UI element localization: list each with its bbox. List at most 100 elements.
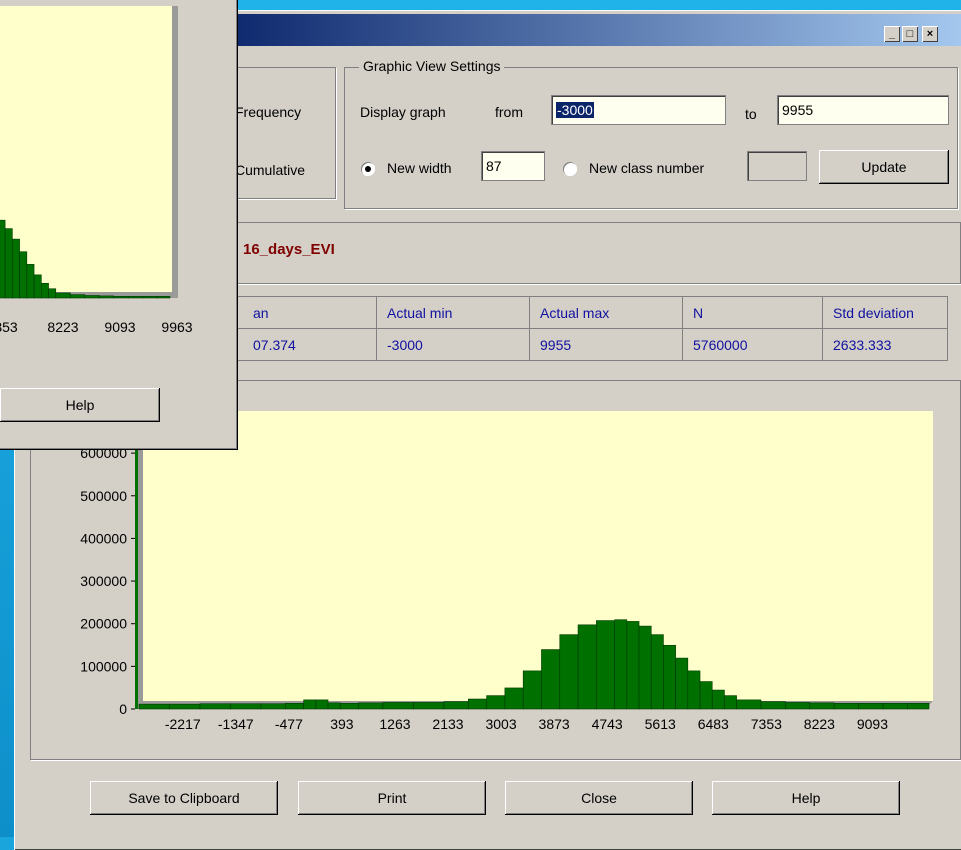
x-tick-label: 6483 — [698, 716, 729, 732]
bar — [809, 702, 835, 710]
bar — [339, 702, 359, 710]
minimize-button[interactable]: _ — [884, 26, 900, 42]
from-input[interactable]: -3000 — [551, 95, 726, 125]
bar — [907, 702, 930, 710]
bar — [638, 625, 652, 710]
bar — [327, 702, 341, 710]
x-tick-label: 4743 — [592, 716, 623, 732]
cumulative-option[interactable]: Cumulative — [235, 162, 305, 178]
small-bar — [26, 264, 35, 299]
bar — [858, 702, 884, 710]
bar — [303, 699, 317, 710]
bar — [833, 702, 859, 710]
small-bar — [55, 292, 71, 299]
small-bar — [33, 274, 42, 299]
small-bar — [48, 288, 57, 299]
dataset-name: 16_days_EVI — [243, 241, 335, 258]
new-width-input[interactable]: 87 — [481, 151, 545, 181]
bar — [736, 699, 762, 710]
small-x-tick-label: 8223 — [47, 319, 78, 335]
bar — [443, 701, 469, 710]
small-bar — [12, 238, 20, 299]
new-class-number-radio[interactable] — [563, 162, 577, 176]
close-window-button[interactable]: × — [922, 26, 938, 42]
x-tick-label: 3003 — [485, 716, 516, 732]
x-tick-label: 9093 — [857, 716, 888, 732]
small-x-tick-label: 9963 — [161, 319, 192, 335]
save-to-clipboard-button[interactable]: Save to Clipboard — [90, 781, 278, 815]
new-width-label: New width — [387, 160, 452, 176]
small-x-tick-label: 9093 — [104, 319, 135, 335]
small-help-button[interactable]: Help — [0, 388, 160, 422]
frequency-option[interactable]: Frequency — [235, 104, 301, 120]
bar — [522, 670, 542, 710]
bar — [596, 620, 615, 710]
stats-header-min: Actual min — [376, 296, 530, 329]
x-tick-label: 393 — [330, 716, 354, 732]
update-button[interactable]: Update — [819, 150, 949, 184]
plot-background — [143, 411, 933, 701]
y-tick-label: 400000 — [80, 530, 127, 546]
bar — [260, 703, 286, 710]
small-bar — [4, 228, 13, 299]
bar — [559, 634, 579, 710]
help-button[interactable]: Help — [712, 781, 900, 815]
small-bar — [69, 294, 86, 299]
y-tick-label: 0 — [119, 701, 127, 717]
x-tick-label: 8223 — [804, 716, 835, 732]
bar — [699, 681, 713, 710]
new-class-number-input[interactable] — [747, 151, 807, 181]
bar — [760, 701, 786, 710]
bar — [413, 702, 445, 710]
x-tick-label: 3873 — [539, 716, 570, 732]
to-label: to — [745, 106, 757, 122]
bar — [486, 695, 506, 710]
bar — [675, 657, 689, 710]
small-plot-background — [0, 6, 172, 292]
small-bar — [127, 296, 143, 299]
bar — [315, 699, 329, 710]
new-width-radio[interactable] — [361, 162, 375, 176]
stats-value-n: 5760000 — [682, 328, 823, 361]
small-histogram-chart: 353 8223 9093 9963 — [0, 6, 193, 335]
bar — [724, 695, 737, 710]
bar — [358, 702, 384, 710]
bar — [504, 687, 524, 710]
y-tick-label: 300000 — [80, 573, 127, 589]
maximize-button[interactable]: □ — [902, 26, 918, 42]
bar — [577, 624, 597, 710]
graphic-view-settings-group: Graphic View Settings Display graph from… — [344, 58, 958, 209]
bar — [199, 703, 231, 710]
y-tick-label: 100000 — [80, 658, 127, 674]
small-chart-window: 353 8223 9093 9963 Help — [0, 0, 238, 450]
display-graph-label: Display graph — [360, 104, 446, 120]
small-bar — [19, 251, 28, 299]
bar — [230, 703, 262, 710]
bar — [626, 621, 640, 710]
x-tick-label: -477 — [275, 716, 303, 732]
small-bar — [113, 296, 129, 299]
bar — [650, 634, 664, 710]
new-class-number-label: New class number — [589, 160, 705, 176]
bar — [541, 649, 561, 710]
print-button[interactable]: Print — [298, 781, 486, 815]
bar — [467, 698, 487, 710]
from-label: from — [495, 104, 523, 120]
stats-value-max: 9955 — [529, 328, 683, 361]
small-bar — [156, 296, 171, 299]
small-bar — [142, 296, 158, 299]
x-tick-label: 7353 — [751, 716, 782, 732]
close-button[interactable]: Close — [505, 781, 693, 815]
small-bar — [98, 295, 115, 299]
bar — [785, 702, 811, 710]
stats-value-std: 2633.333 — [822, 328, 948, 361]
bar — [285, 702, 304, 710]
stats-value-min: -3000 — [376, 328, 530, 361]
stats-header-n: N — [682, 296, 823, 329]
bar — [663, 644, 676, 710]
bar — [882, 702, 908, 710]
stats-header-std: Std deviation — [822, 296, 948, 329]
y-axis-wall — [135, 419, 138, 709]
x-tick-label: -2217 — [165, 716, 201, 732]
to-input[interactable]: 9955 — [777, 95, 949, 125]
